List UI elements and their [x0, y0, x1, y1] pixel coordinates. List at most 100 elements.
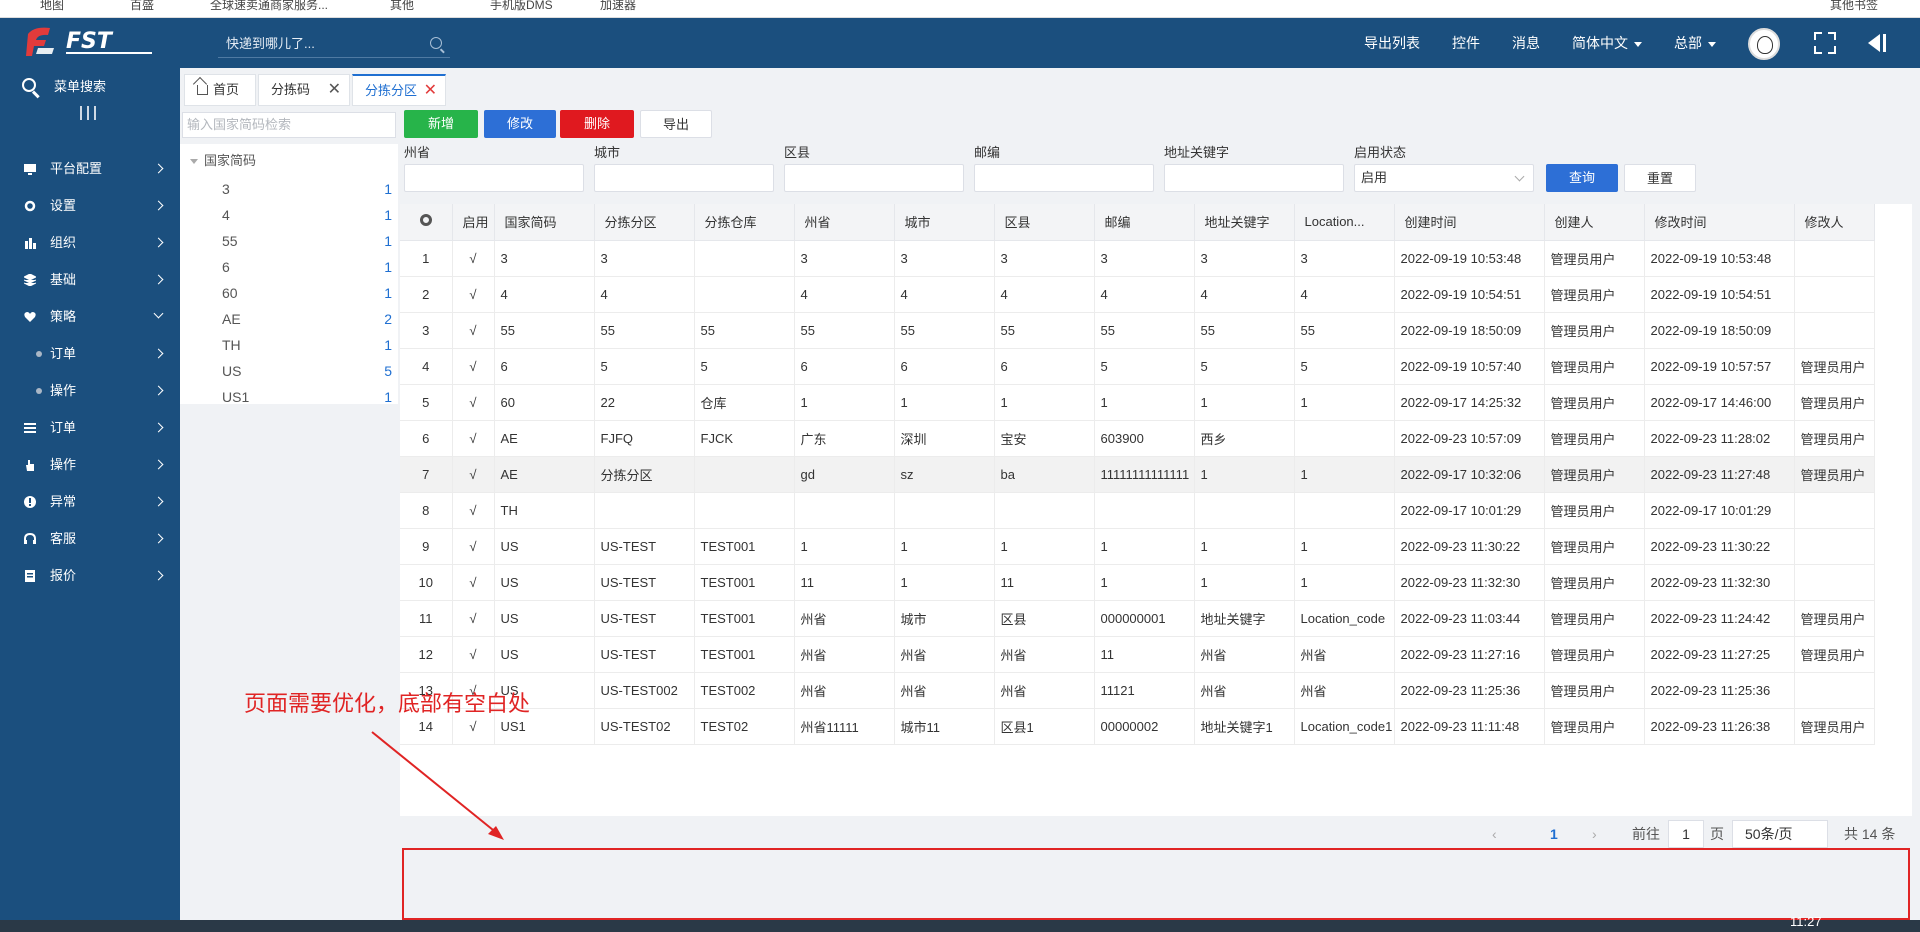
table-row[interactable]: 2 √ 4 4 4 4 4 4 4 4 2022-09-19 10:54:51 管理员用户 2022-0…	[400, 276, 1875, 313]
bookmark-item[interactable]: 百盛	[130, 0, 154, 13]
zip-input[interactable]	[974, 164, 1154, 192]
sidebar-subitem-operations[interactable]: 操作	[0, 372, 180, 409]
quick-search-input[interactable]: 快递到哪儿了...	[218, 30, 450, 58]
bookmark-item[interactable]: 加速器	[600, 0, 636, 13]
export-button[interactable]: 导出	[640, 110, 712, 138]
sidebar-item-exceptions[interactable]: 异常	[0, 483, 180, 520]
bookmark-item[interactable]: 其他	[390, 0, 414, 13]
table-row[interactable]: 10 √ US US-TEST TEST001 11 1 11 1 1 1 2022-09-23 11…	[400, 564, 1875, 601]
search-icon[interactable]	[22, 78, 36, 92]
column-header[interactable]: 区县	[994, 204, 1095, 241]
add-button[interactable]: 新增	[404, 110, 478, 138]
table-cell: 分拣分区	[594, 456, 695, 493]
tree-node[interactable]: AE 2	[222, 306, 392, 332]
table-cell: 4	[994, 276, 1095, 313]
table-row[interactable]: 12 √ US US-TEST TEST001 州省 州省 州省 11 州省 州省 2022-09-2…	[400, 636, 1875, 673]
column-header[interactable]: 邮编	[1094, 204, 1195, 241]
table-row[interactable]: 7 √ AE 分拣分区 gd sz ba 11111111111111 1 1 2022-09-17…	[400, 456, 1875, 493]
current-page[interactable]: 1	[1550, 820, 1558, 848]
tab-sorting-zone[interactable]: 分拣分区 ✕	[352, 74, 446, 106]
tree-node[interactable]: 61	[222, 254, 392, 280]
state-input[interactable]	[404, 164, 584, 192]
query-button[interactable]: 查询	[1546, 164, 1618, 192]
fullscreen-icon[interactable]	[1814, 32, 1836, 54]
column-header[interactable]: 国家简码	[494, 204, 595, 241]
next-page-icon[interactable]: ›	[1592, 820, 1597, 848]
sidebar-item-basic[interactable]: 基础	[0, 261, 180, 298]
column-header[interactable]: 州省	[794, 204, 895, 241]
menu-toggle-icon[interactable]	[80, 106, 100, 120]
tree-node[interactable]: TH 1	[222, 332, 392, 358]
table-row[interactable]: 9 √ US US-TEST TEST001 1 1 1 1 1 1 2022-09-23 11:30…	[400, 528, 1875, 565]
table-row[interactable]: 5 √ 60 22 仓库 1 1 1 1 1 1 2022-09-17 14:25:32 管理员用户 20…	[400, 384, 1875, 421]
bookmark-item[interactable]: 手机版DMS	[490, 0, 553, 13]
tab-home[interactable]: 首页	[184, 74, 256, 106]
menu-search-label[interactable]: 菜单搜索	[54, 72, 106, 102]
column-header[interactable]: 分拣仓库	[694, 204, 795, 241]
district-input[interactable]	[784, 164, 964, 192]
column-header[interactable]: 修改时间	[1644, 204, 1795, 241]
column-header[interactable]: 创建时间	[1394, 204, 1545, 241]
sidebar-item-customer-service[interactable]: 客服	[0, 520, 180, 557]
column-header[interactable]: Location...	[1294, 204, 1395, 241]
status-select[interactable]: 启用	[1354, 164, 1534, 192]
search-icon[interactable]	[430, 37, 442, 49]
delete-button[interactable]: 删除	[560, 110, 634, 138]
column-header[interactable]: 创建人	[1544, 204, 1645, 241]
close-icon[interactable]: ✕	[328, 75, 341, 105]
table-row[interactable]: 8 √ TH 2022-09-17 10:01:29 管理员用户 2022-09-17 1…	[400, 492, 1875, 529]
sidebar-item-settings[interactable]: 设置	[0, 187, 180, 224]
avatar[interactable]	[1748, 28, 1780, 60]
sidebar-subitem-orders[interactable]: 订单	[0, 335, 180, 372]
tab-sorting-code[interactable]: 分拣码 ✕	[258, 74, 350, 106]
table-row[interactable]: 13 √ US US-TEST002 TEST002 州省 州省 州省 11121 州省 州省 202…	[400, 672, 1875, 709]
bookmark-item[interactable]: 地图	[40, 0, 64, 13]
goto-page-input[interactable]: 1	[1668, 820, 1704, 848]
sidebar-item-orders[interactable]: 订单	[0, 409, 180, 446]
city-input[interactable]	[594, 164, 774, 192]
gear-icon[interactable]	[419, 214, 432, 227]
table-row[interactable]: 3 √ 55 55 55 55 55 55 55 55 55 2022-09-19 18:50:09 管…	[400, 312, 1875, 349]
tree-node[interactable]: 41	[222, 202, 392, 228]
column-header[interactable]: 启用	[452, 204, 495, 241]
country-search-input[interactable]: 输入国家简码检索	[182, 112, 396, 138]
prev-page-icon[interactable]: ‹	[1492, 820, 1497, 848]
table-row[interactable]: 1 √ 3 3 3 3 3 3 3 3 2022-09-19 10:53:48 管理员用户 2022-0…	[400, 240, 1875, 277]
column-header[interactable]: 分拣分区	[594, 204, 695, 241]
bookmark-item[interactable]: 全球速卖通商家服务...	[210, 0, 328, 13]
sidebar-item-platform-config[interactable]: 平台配置	[0, 150, 180, 187]
tree-node[interactable]: 31	[222, 176, 392, 202]
edit-button[interactable]: 修改	[484, 110, 556, 138]
close-icon[interactable]: ✕	[424, 76, 437, 106]
column-settings-header[interactable]	[400, 204, 453, 241]
tree-node[interactable]: US 5	[222, 358, 392, 384]
address-keyword-input[interactable]	[1164, 164, 1344, 192]
reset-button[interactable]: 重置	[1624, 164, 1696, 192]
tab-label: 首页	[213, 82, 240, 97]
table-row[interactable]: 14 √ US1 US-TEST02 TEST02 州省11111 城市11 区县1 00000…	[400, 708, 1875, 745]
column-header[interactable]: 修改人	[1794, 204, 1875, 241]
bookmark-item[interactable]: 其他书签	[1830, 0, 1878, 13]
messages-link[interactable]: 消息	[1512, 18, 1540, 68]
sidebar-item-strategy[interactable]: 策略	[0, 298, 180, 335]
tree-node[interactable]: US1 1	[222, 384, 392, 410]
sidebar-item-organization[interactable]: 组织	[0, 224, 180, 261]
table-row[interactable]: 11 √ US US-TEST TEST001 州省 城市 区县 000000001 地址关键字 L…	[400, 600, 1875, 637]
table-row[interactable]: 4 √ 6 5 5 6 6 6 5 5 5 2022-09-19 10:57:40 管理员用户 2022-…	[400, 348, 1875, 385]
table-cell	[994, 492, 1095, 529]
tree-node[interactable]: 55 1	[222, 228, 392, 254]
column-header[interactable]: 城市	[894, 204, 995, 241]
tree-root-node[interactable]: 国家简码	[190, 150, 256, 172]
quick-search-placeholder: 快递到哪儿了...	[226, 36, 315, 51]
branch-dropdown[interactable]: 总部	[1674, 18, 1716, 68]
widgets-link[interactable]: 控件	[1452, 18, 1480, 68]
collapse-panel-icon[interactable]	[1864, 32, 1888, 54]
sidebar-item-operations[interactable]: 操作	[0, 446, 180, 483]
export-list-link[interactable]: 导出列表	[1364, 18, 1420, 68]
table-row[interactable]: 6 √ AE FJFQ FJCK 广东 深圳 宝安 603900 西乡 2022-09-23 10:…	[400, 420, 1875, 457]
language-dropdown[interactable]: 简体中文	[1572, 18, 1642, 68]
page-size-select[interactable]: 50条/页	[1732, 820, 1828, 848]
column-header[interactable]: 地址关键字	[1194, 204, 1295, 241]
sidebar-item-quotation[interactable]: 报价	[0, 557, 180, 594]
tree-node[interactable]: 60 1	[222, 280, 392, 306]
